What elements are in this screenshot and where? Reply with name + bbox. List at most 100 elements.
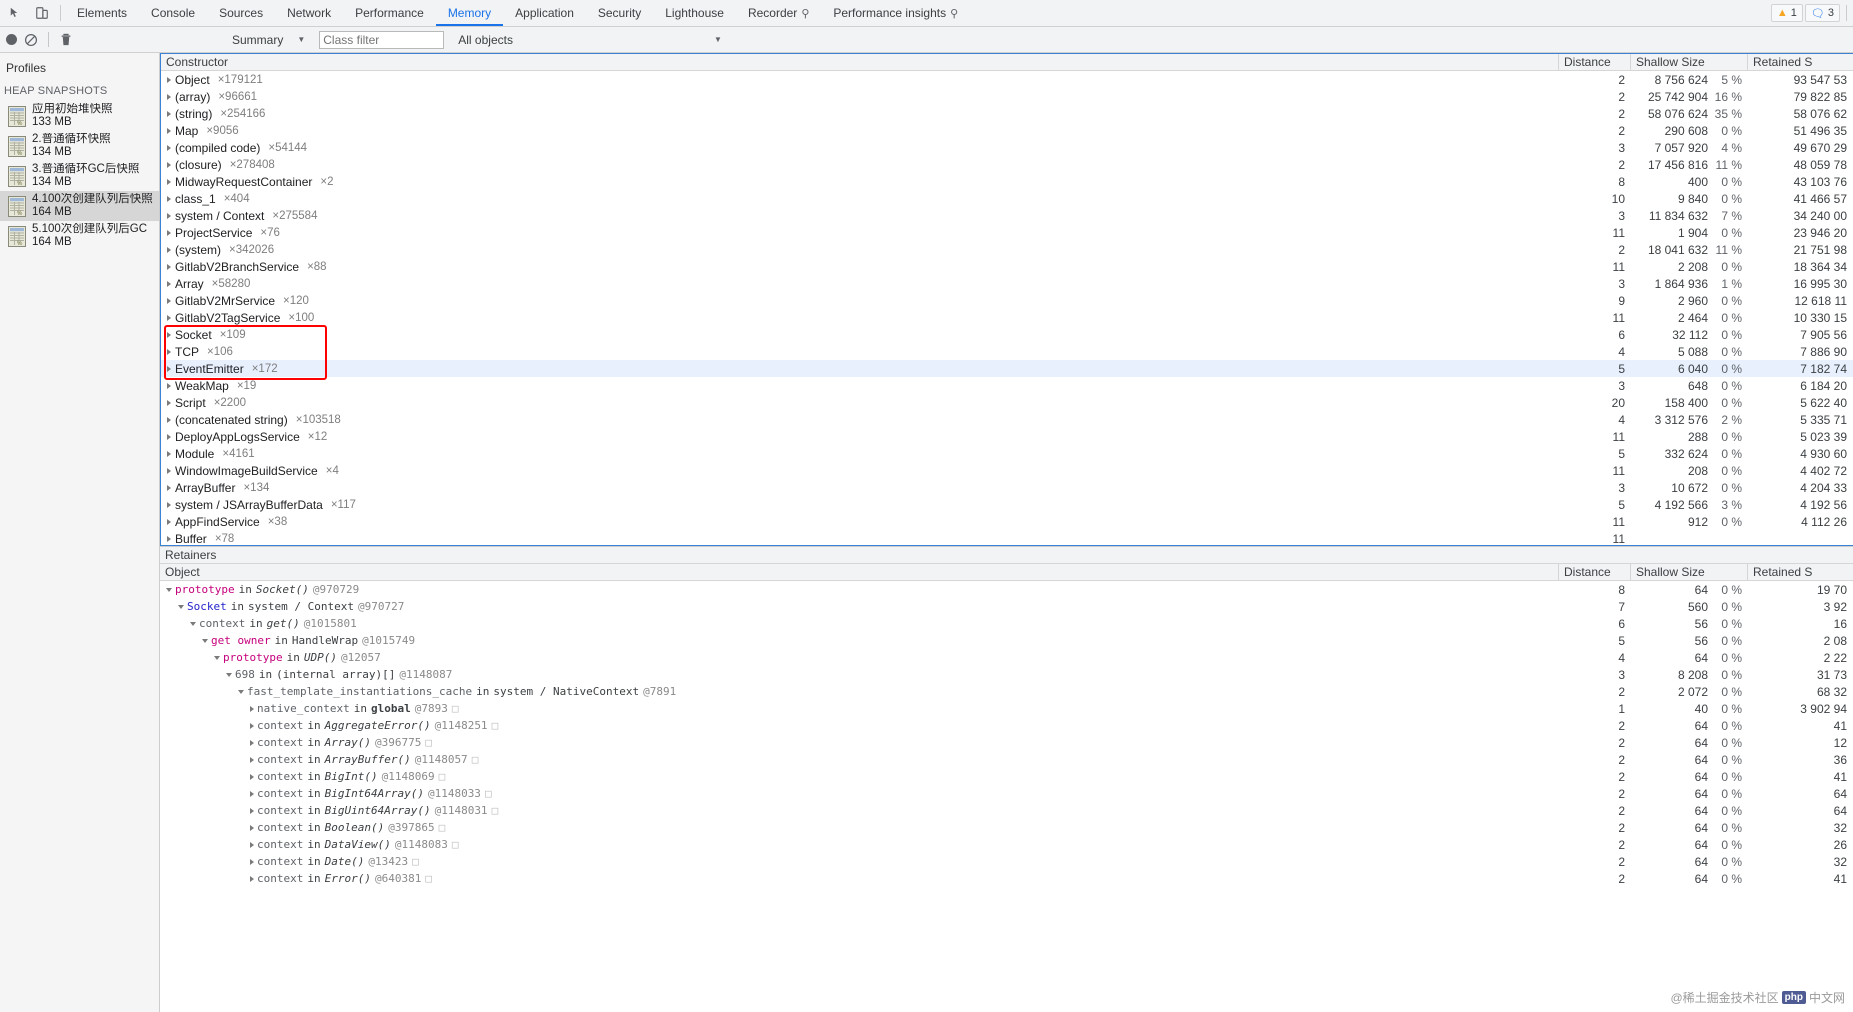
retainer-row[interactable]: contextinBigUint64Array()@1148031□2640 %…: [160, 802, 1853, 819]
table-row[interactable]: Module×41615332 6240 %4 930 60: [161, 445, 1853, 462]
table-row[interactable]: GitlabV2MrService×12092 9600 %12 618 11: [161, 292, 1853, 309]
message-counter[interactable]: 🗨 3: [1805, 4, 1840, 22]
expand-triangle-icon[interactable]: [167, 213, 171, 219]
tab-network[interactable]: Network: [275, 0, 343, 26]
expand-triangle-icon[interactable]: [250, 808, 254, 814]
inspect-element-icon[interactable]: [6, 3, 26, 23]
retainer-row[interactable]: contextinDate()@13423□2640 %32: [160, 853, 1853, 870]
constructor-cell[interactable]: (string)×254166: [161, 107, 1559, 121]
retainer-row[interactable]: contextinArray()@396775□2640 %12: [160, 734, 1853, 751]
expand-triangle-icon[interactable]: [167, 196, 171, 202]
retainer-row[interactable]: Socketinsystem / Context@97072775600 %3 …: [160, 598, 1853, 615]
expand-triangle-icon[interactable]: [167, 77, 171, 83]
object-filter-select[interactable]: All objects: [458, 33, 513, 47]
retainer-row[interactable]: contextinDataView()@1148083□2640 %26: [160, 836, 1853, 853]
constructor-cell[interactable]: (concatenated string)×103518: [161, 413, 1559, 427]
table-row[interactable]: MidwayRequestContainer×284000 %43 103 76: [161, 173, 1853, 190]
constructor-cell[interactable]: GitlabV2TagService×100: [161, 311, 1559, 325]
tab-sources[interactable]: Sources: [207, 0, 275, 26]
retainer-object-cell[interactable]: contextinError()@640381□: [160, 872, 1559, 885]
constructor-cell[interactable]: ArrayBuffer×134: [161, 481, 1559, 495]
expand-triangle-icon[interactable]: [167, 264, 171, 270]
expand-triangle-icon[interactable]: [167, 536, 171, 542]
collapse-triangle-icon[interactable]: [226, 673, 232, 677]
retainer-object-cell[interactable]: contextinAggregateError()@1148251□: [160, 719, 1559, 732]
snapshot-item-3[interactable]: % 3.普通循环GC后快照 134 MB: [0, 161, 159, 191]
expand-triangle-icon[interactable]: [167, 179, 171, 185]
table-row[interactable]: Array×5828031 864 9361 %16 995 30: [161, 275, 1853, 292]
constructor-cell[interactable]: GitlabV2BranchService×88: [161, 260, 1559, 274]
table-row[interactable]: (closure)×278408217 456 81611 %48 059 78: [161, 156, 1853, 173]
constructor-cell[interactable]: class_1×404: [161, 192, 1559, 206]
constructor-cell[interactable]: Buffer×78: [161, 532, 1559, 546]
tab-recorder[interactable]: Recorder ⚲: [736, 0, 821, 26]
constructor-cell[interactable]: (array)×96661: [161, 90, 1559, 104]
constructor-cell[interactable]: Script×2200: [161, 396, 1559, 410]
retainer-object-cell[interactable]: fast_template_instantiations_cacheinsyst…: [160, 685, 1559, 698]
table-row[interactable]: EventEmitter×17256 0400 %7 182 74: [161, 360, 1853, 377]
expand-triangle-icon[interactable]: [167, 468, 171, 474]
expand-triangle-icon[interactable]: [167, 298, 171, 304]
expand-triangle-icon[interactable]: [167, 230, 171, 236]
column-header-constructor[interactable]: Constructor: [161, 54, 1559, 70]
retainer-row[interactable]: contextinAggregateError()@1148251□2640 %…: [160, 717, 1853, 734]
delete-icon[interactable]: [59, 32, 73, 47]
column-header-object[interactable]: Object: [160, 564, 1559, 580]
constructor-cell[interactable]: WeakMap×19: [161, 379, 1559, 393]
column-header-retainer-distance[interactable]: Distance: [1559, 564, 1631, 580]
table-row[interactable]: AppFindService×38119120 %4 112 26: [161, 513, 1853, 530]
expand-triangle-icon[interactable]: [167, 485, 171, 491]
constructor-cell[interactable]: MidwayRequestContainer×2: [161, 175, 1559, 189]
retainer-object-cell[interactable]: Socketinsystem / Context@970727: [160, 600, 1559, 613]
column-header-retainer-shallow-size[interactable]: Shallow Size: [1631, 564, 1748, 580]
tab-performance[interactable]: Performance: [343, 0, 436, 26]
expand-triangle-icon[interactable]: [250, 706, 254, 712]
expand-triangle-icon[interactable]: [167, 247, 171, 253]
expand-triangle-icon[interactable]: [167, 349, 171, 355]
expand-triangle-icon[interactable]: [250, 791, 254, 797]
expand-triangle-icon[interactable]: [167, 111, 171, 117]
retainer-object-cell[interactable]: contextinBigInt64Array()@1148033□: [160, 787, 1559, 800]
expand-triangle-icon[interactable]: [167, 434, 171, 440]
retainer-row[interactable]: contextinError()@640381□2640 %41: [160, 870, 1853, 887]
expand-triangle-icon[interactable]: [167, 315, 171, 321]
retainer-object-cell[interactable]: contextinget()@1015801: [160, 617, 1559, 630]
retainer-object-cell[interactable]: contextinArray()@396775□: [160, 736, 1559, 749]
table-row[interactable]: Buffer×7811: [161, 530, 1853, 545]
constructor-cell[interactable]: AppFindService×38: [161, 515, 1559, 529]
column-header-retainer-retained-size[interactable]: Retained S: [1748, 564, 1853, 580]
collapse-triangle-icon[interactable]: [238, 690, 244, 694]
constructor-cell[interactable]: Socket×109: [161, 328, 1559, 342]
table-row[interactable]: system / JSArrayBufferData×11754 192 566…: [161, 496, 1853, 513]
clear-icon[interactable]: [24, 33, 38, 47]
expand-triangle-icon[interactable]: [167, 162, 171, 168]
collapse-triangle-icon[interactable]: [202, 639, 208, 643]
collapse-triangle-icon[interactable]: [190, 622, 196, 626]
collapse-triangle-icon[interactable]: [214, 656, 220, 660]
expand-triangle-icon[interactable]: [167, 145, 171, 151]
retainer-object-cell[interactable]: contextinBigUint64Array()@1148031□: [160, 804, 1559, 817]
expand-triangle-icon[interactable]: [167, 383, 171, 389]
table-row[interactable]: DeployAppLogsService×12112880 %5 023 39: [161, 428, 1853, 445]
tab-elements[interactable]: Elements: [65, 0, 139, 26]
tab-application[interactable]: Application: [503, 0, 586, 26]
expand-triangle-icon[interactable]: [167, 128, 171, 134]
table-row[interactable]: WindowImageBuildService×4112080 %4 402 7…: [161, 462, 1853, 479]
constructor-cell[interactable]: system / Context×275584: [161, 209, 1559, 223]
constructor-cell[interactable]: Object×179121: [161, 73, 1559, 87]
table-row[interactable]: Script×220020158 4000 %5 622 40: [161, 394, 1853, 411]
table-row[interactable]: system / Context×275584311 834 6327 %34 …: [161, 207, 1853, 224]
tab-console[interactable]: Console: [139, 0, 207, 26]
column-header-distance[interactable]: Distance: [1559, 54, 1631, 70]
object-filter-chevron-down-icon[interactable]: ▼: [714, 35, 722, 44]
table-row[interactable]: Map×90562290 6080 %51 496 35: [161, 122, 1853, 139]
expand-triangle-icon[interactable]: [250, 774, 254, 780]
device-toolbar-icon[interactable]: [32, 3, 52, 23]
constructor-cell[interactable]: (closure)×278408: [161, 158, 1559, 172]
expand-triangle-icon[interactable]: [167, 451, 171, 457]
collapse-triangle-icon[interactable]: [166, 588, 172, 592]
expand-triangle-icon[interactable]: [250, 842, 254, 848]
retainer-object-cell[interactable]: prototypeinSocket()@970729: [160, 583, 1559, 596]
retainer-object-cell[interactable]: contextinBigInt()@1148069□: [160, 770, 1559, 783]
retainer-object-cell[interactable]: native_contextinglobal@7893□: [160, 702, 1559, 715]
